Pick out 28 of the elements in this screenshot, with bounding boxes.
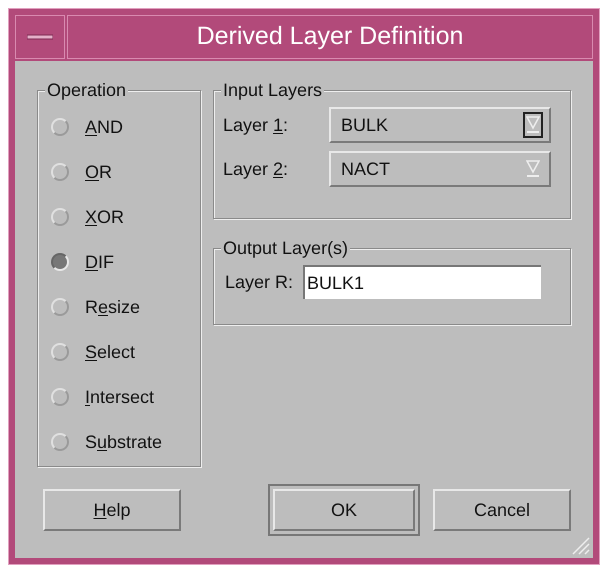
radio-option[interactable]: Resize [51, 291, 201, 323]
option-label: DIF [85, 250, 114, 274]
field-label: Layer 1: [223, 114, 290, 137]
layer-dropdown[interactable]: BULK [329, 107, 551, 143]
option-label: Resize [85, 296, 140, 318]
layer-dropdown[interactable]: NACT [329, 151, 551, 187]
radio-option[interactable]: Intersect [51, 381, 201, 413]
radio-option[interactable]: DIF [51, 246, 201, 278]
radio-option[interactable]: Substrate [51, 426, 201, 458]
radio-indicator[interactable] [51, 253, 69, 271]
window-menu-button[interactable] [15, 15, 65, 59]
radio-option[interactable]: Select [51, 336, 201, 368]
option-label: Intersect [85, 386, 154, 408]
radio-option[interactable]: AND [51, 111, 201, 143]
option-label: Select [85, 340, 136, 364]
field-label: Layer R: [225, 270, 294, 294]
window-title: Derived Layer Definition [196, 21, 464, 52]
option-label: OR [85, 160, 112, 184]
dialog-button[interactable]: Help [43, 489, 181, 531]
option-label: AND [85, 116, 124, 138]
minus-icon [27, 34, 53, 40]
radio-option[interactable]: XOR [51, 201, 201, 233]
radio-option[interactable]: OR [51, 156, 201, 188]
layer-name-field[interactable]: BULK1 [303, 265, 542, 299]
field-label: Layer 2: [223, 158, 290, 181]
option-label: Substrate [85, 430, 162, 454]
dialog-button[interactable]: Cancel [433, 489, 571, 531]
option-label: XOR [85, 206, 124, 228]
